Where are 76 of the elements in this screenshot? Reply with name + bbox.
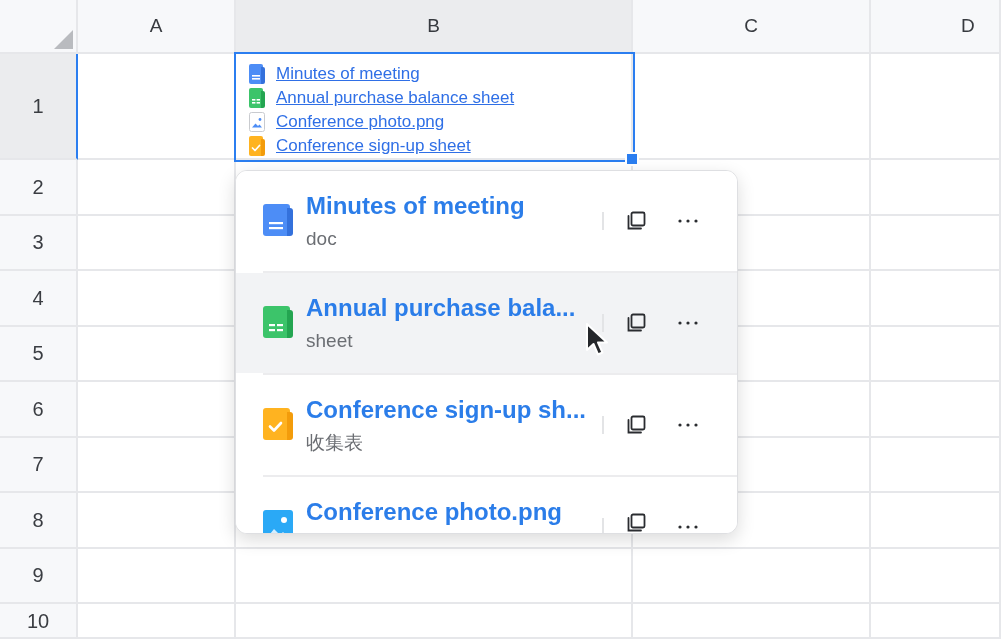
copy-button[interactable] bbox=[626, 313, 646, 333]
table-cell[interactable] bbox=[78, 548, 236, 604]
table-cell[interactable] bbox=[871, 382, 1001, 438]
file-title: Minutes of meeting bbox=[306, 191, 525, 221]
link[interactable]: Conference photo.png bbox=[276, 110, 445, 134]
file-type-label: doc bbox=[306, 227, 337, 251]
copy-icon bbox=[626, 513, 646, 533]
row-header[interactable]: 7 bbox=[0, 437, 78, 493]
file-title: Conference photo.png bbox=[306, 497, 562, 527]
table-cell[interactable] bbox=[871, 326, 1001, 382]
file-type-label: sheet bbox=[306, 329, 353, 353]
row-header[interactable]: 1 bbox=[0, 54, 78, 160]
link-item[interactable]: Minutes of meeting doc bbox=[236, 171, 737, 271]
table-cell[interactable] bbox=[871, 548, 1001, 604]
table-cell[interactable] bbox=[78, 215, 236, 271]
column-header[interactable]: C bbox=[633, 0, 871, 54]
table-cell[interactable] bbox=[871, 271, 1001, 327]
document-icon bbox=[249, 64, 265, 84]
table-cell[interactable] bbox=[236, 548, 633, 604]
table-cell[interactable] bbox=[78, 271, 236, 327]
link[interactable]: Minutes of meeting bbox=[276, 62, 420, 86]
table-cell[interactable] bbox=[871, 493, 1001, 549]
mouse-pointer-icon bbox=[585, 322, 610, 357]
table-cell[interactable] bbox=[78, 54, 236, 160]
link[interactable]: Conference sign-up sheet bbox=[276, 134, 471, 158]
table-cell[interactable] bbox=[78, 160, 236, 216]
link[interactable]: Annual purchase balance sheet bbox=[276, 86, 515, 110]
triangle-icon[interactable] bbox=[54, 30, 73, 49]
column-header[interactable]: A bbox=[78, 0, 236, 54]
table-cell[interactable] bbox=[78, 382, 236, 438]
row-header[interactable]: 10 bbox=[0, 604, 78, 639]
table-cell[interactable] bbox=[633, 54, 871, 160]
link-item[interactable]: Conference sign-up sh... 收集表 bbox=[236, 375, 737, 475]
row-header[interactable]: 9 bbox=[0, 548, 78, 604]
link-item[interactable]: Annual purchase bala... sheet bbox=[236, 273, 737, 373]
fill-handle[interactable] bbox=[625, 152, 639, 166]
column-header[interactable]: D bbox=[871, 0, 1001, 54]
copy-icon bbox=[626, 211, 646, 231]
table-cell[interactable] bbox=[78, 437, 236, 493]
copy-icon bbox=[626, 415, 646, 435]
more-icon bbox=[678, 219, 698, 223]
file-type-label: 收集表 bbox=[306, 431, 363, 455]
copy-button[interactable] bbox=[626, 415, 646, 435]
document-icon bbox=[263, 204, 293, 236]
table-cell[interactable] bbox=[871, 215, 1001, 271]
copy-icon bbox=[626, 313, 646, 333]
table-cell[interactable] bbox=[78, 493, 236, 549]
table-cell[interactable] bbox=[871, 604, 1001, 639]
table-cell[interactable] bbox=[236, 604, 633, 639]
file-title: Conference sign-up sh... bbox=[306, 395, 587, 425]
row-header[interactable]: 4 bbox=[0, 271, 78, 327]
copy-button[interactable] bbox=[626, 211, 646, 231]
table-cell[interactable] bbox=[871, 160, 1001, 216]
table-cell[interactable] bbox=[871, 437, 1001, 493]
spreadsheet-icon bbox=[249, 88, 265, 108]
more-icon bbox=[678, 423, 698, 427]
image-icon bbox=[249, 112, 265, 132]
table-cell[interactable] bbox=[633, 548, 871, 604]
column-header[interactable]: B bbox=[236, 0, 633, 54]
checkmark-file-icon bbox=[263, 408, 293, 440]
table-cell[interactable] bbox=[78, 326, 236, 382]
file-title: Annual purchase bala... bbox=[306, 293, 576, 323]
table-cell[interactable] bbox=[78, 604, 236, 639]
copy-button[interactable] bbox=[626, 513, 646, 533]
table-cell[interactable] bbox=[871, 54, 1001, 160]
more-icon bbox=[678, 525, 698, 529]
spreadsheet-icon bbox=[263, 306, 293, 338]
row-header[interactable]: 5 bbox=[0, 326, 78, 382]
row-header[interactable]: 3 bbox=[0, 215, 78, 271]
row-header[interactable]: 6 bbox=[0, 382, 78, 438]
link-item[interactable]: Conference photo.png bbox=[236, 477, 737, 533]
checkmark-file-icon bbox=[249, 136, 265, 156]
more-icon bbox=[678, 321, 698, 325]
table-cell[interactable] bbox=[633, 604, 871, 639]
row-header[interactable]: 8 bbox=[0, 493, 78, 549]
row-header[interactable]: 2 bbox=[0, 160, 78, 216]
